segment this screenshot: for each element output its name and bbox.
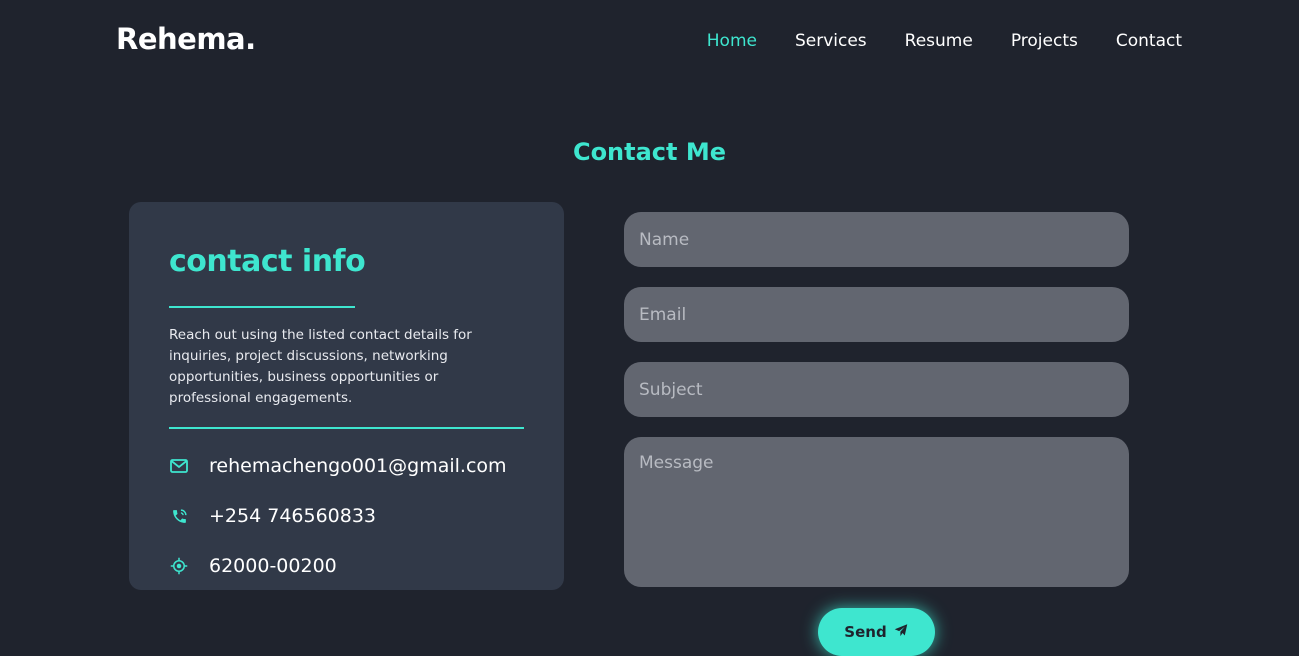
nav-link-resume[interactable]: Resume bbox=[905, 31, 973, 51]
site-logo[interactable]: Rehema. bbox=[116, 22, 256, 56]
nav-link-contact[interactable]: Contact bbox=[1116, 31, 1182, 51]
contact-info-title: contact info bbox=[169, 244, 366, 279]
nav-link-projects[interactable]: Projects bbox=[1011, 31, 1078, 51]
site-header: Rehema. Home Services Resume Projects Co… bbox=[0, 0, 1299, 84]
send-button-label: Send bbox=[844, 623, 887, 641]
contact-email[interactable]: rehemachengo001@gmail.com bbox=[209, 455, 507, 477]
email-input[interactable] bbox=[624, 287, 1129, 342]
contact-location: 62000-00200 bbox=[209, 555, 337, 577]
contact-info-card: contact info Reach out using the listed … bbox=[129, 202, 564, 590]
message-textarea[interactable] bbox=[624, 437, 1129, 587]
title-underline bbox=[169, 306, 355, 308]
send-button[interactable]: Send bbox=[818, 608, 935, 656]
name-input[interactable] bbox=[624, 212, 1129, 267]
main-nav: Home Services Resume Projects Contact bbox=[707, 31, 1182, 51]
contact-location-row: 62000-00200 bbox=[169, 555, 337, 577]
section-title: Contact Me bbox=[572, 138, 727, 166]
nav-link-home[interactable]: Home bbox=[707, 31, 757, 51]
subject-input[interactable] bbox=[624, 362, 1129, 417]
nav-link-services[interactable]: Services bbox=[795, 31, 867, 51]
contact-phone[interactable]: +254 746560833 bbox=[209, 505, 376, 527]
location-icon bbox=[169, 556, 189, 576]
contact-phone-row[interactable]: +254 746560833 bbox=[169, 505, 376, 527]
mail-icon bbox=[169, 456, 189, 476]
contact-info-description: Reach out using the listed contact detai… bbox=[169, 327, 472, 406]
paper-plane-icon bbox=[893, 623, 909, 642]
phone-icon bbox=[169, 506, 189, 526]
divider bbox=[169, 427, 524, 429]
contact-email-row[interactable]: rehemachengo001@gmail.com bbox=[169, 455, 507, 477]
